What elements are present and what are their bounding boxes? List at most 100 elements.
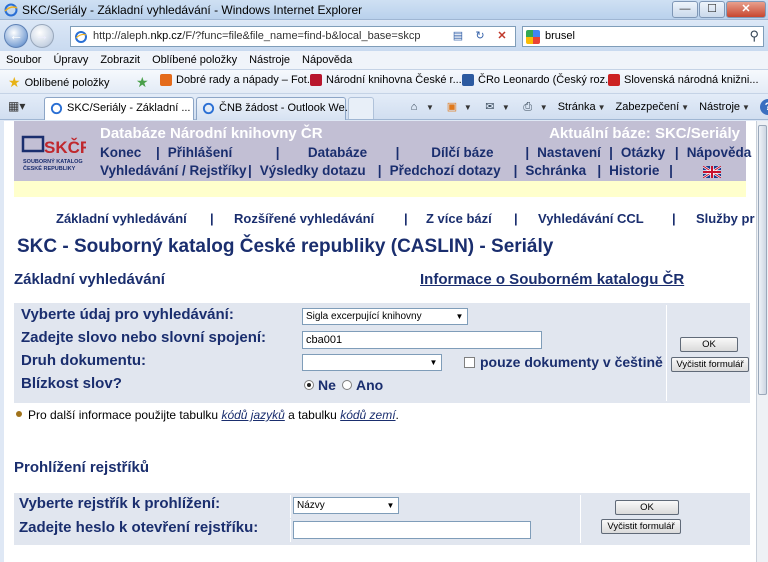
chevron-down-icon: ▼ [455, 312, 464, 321]
tab-cnb-zadost[interactable]: ČNB žádost - Outlook We... [196, 97, 354, 120]
search-query: brusel [545, 30, 575, 42]
proximity-label: Blízkost slov? [18, 375, 294, 396]
nav-konec[interactable]: Konec [94, 145, 154, 160]
ok-button[interactable]: OK [680, 337, 738, 352]
proximity-yes-label: Ano [356, 377, 384, 393]
add-favorite-icon[interactable]: ★ [136, 74, 153, 91]
quick-tabs-icon[interactable]: ▦▾ [8, 99, 25, 113]
favorite-link-2[interactable]: Národní knihovna České r... [310, 74, 462, 86]
chevron-down-icon[interactable]: ▼ [502, 103, 510, 112]
home-icon[interactable]: ⌂ [406, 99, 422, 115]
header-band [14, 181, 746, 197]
nav-rozsirene-vyhledavani[interactable]: Rozšířené vyhledávání [234, 211, 374, 226]
database-title: Databáze Národní knihovny ČR [100, 125, 323, 142]
menu-tools[interactable]: Nástroje [249, 51, 290, 69]
refresh-icon[interactable]: ↻ [472, 28, 488, 44]
index-value: Názvy [297, 500, 325, 511]
czech-only-label: pouze dokumenty v češtině [480, 354, 663, 370]
chevron-down-icon[interactable]: ▼ [540, 103, 548, 112]
header-nav-row2: Vyhledávání / Rejstříky | Výsledky dotaz… [94, 163, 727, 181]
help-icon[interactable]: ? [759, 99, 768, 115]
chevron-down-icon[interactable]: ▼ [681, 103, 689, 112]
minimize-button[interactable]: — [672, 1, 698, 18]
search-box[interactable]: brusel ⚲ [522, 26, 764, 47]
nav-databaze[interactable]: Databáze [282, 145, 394, 160]
browse-form: Vyberte rejstřík k prohlížení: Názvy ▼ Z… [14, 493, 750, 545]
heading-input[interactable] [293, 521, 531, 539]
chevron-down-icon[interactable]: ▼ [464, 103, 472, 112]
doctype-select[interactable]: ▼ [302, 354, 442, 371]
print-icon[interactable]: ⎙ [520, 99, 536, 115]
tools-menu[interactable]: Nástroje [699, 101, 740, 113]
scrollbar-thumb[interactable] [758, 125, 767, 395]
favorites-button[interactable]: ★ Oblíbené položky [8, 74, 110, 91]
favorite-link-label: Národní knihovna České r... [326, 74, 462, 86]
tab-label: ČNB žádost - Outlook We... [219, 102, 354, 114]
browse-ok-button[interactable]: OK [615, 500, 679, 515]
menu-favorites[interactable]: Oblíbené položky [152, 51, 237, 69]
search-word-input[interactable]: cba001 [302, 331, 542, 349]
nav-otazky[interactable]: Otázky [615, 145, 673, 160]
catalog-info-link[interactable]: Informace o Souborném katalogu ČR [420, 271, 684, 288]
site-icon [160, 74, 172, 86]
nav-nastaveni[interactable]: Nastavení [531, 145, 607, 160]
separator: | [275, 145, 280, 160]
compatibility-view-icon[interactable]: ▤ [450, 28, 466, 44]
nav-dilci-baze[interactable]: Dílčí báze [401, 145, 523, 160]
chevron-down-icon[interactable]: ▼ [598, 103, 606, 112]
proximity-no-radio[interactable] [304, 380, 314, 390]
english-flag-icon[interactable] [675, 163, 727, 181]
search-icon[interactable]: ⚲ [749, 28, 759, 44]
nav-predchozi-dotazy[interactable]: Předchozí dotazy [384, 163, 512, 181]
menu-edit[interactable]: Úpravy [53, 51, 88, 69]
nav-z-vice-bazi[interactable]: Z více bází [426, 211, 492, 226]
language-codes-link[interactable]: kódů jazyků [221, 408, 284, 422]
proximity-yes-radio[interactable] [342, 380, 352, 390]
chevron-down-icon[interactable]: ▼ [742, 103, 750, 112]
title-bar: SKC/Seriály - Základní vyhledávání - Win… [0, 0, 768, 20]
browse-clear-button[interactable]: Vyčistit formulář [601, 519, 681, 534]
nav-prihlaseni[interactable]: Přihlášení [162, 145, 274, 160]
nav-sluzby[interactable]: Služby pr [696, 211, 755, 226]
nav-vysledky-dotazu[interactable]: Výsledky dotazu [254, 163, 376, 181]
clear-form-button[interactable]: Vyčistit formulář [671, 357, 749, 372]
favorite-link-3[interactable]: ČRo Leonardo (Český roz... [462, 74, 614, 86]
nav-vyhledavani-ccl[interactable]: Vyhledávání CCL [538, 211, 644, 226]
back-button[interactable]: ← [4, 24, 28, 48]
mail-icon[interactable]: ✉ [482, 99, 498, 115]
feeds-icon[interactable]: ▣ [444, 99, 460, 115]
new-tab-button[interactable] [348, 97, 374, 119]
separator: | [672, 211, 676, 226]
chevron-down-icon[interactable]: ▼ [426, 103, 434, 112]
menu-help[interactable]: Nápověda [302, 51, 352, 69]
menu-view[interactable]: Zobrazit [100, 51, 140, 69]
ie-page-icon [202, 102, 215, 115]
nav-vyhledavani-rejstriky[interactable]: Vyhledávání / Rejstříky [94, 163, 247, 181]
site-icon [310, 74, 322, 86]
czech-only-checkbox[interactable] [464, 357, 475, 368]
maximize-button[interactable]: ☐ [699, 1, 725, 18]
page-title: SKC - Souborný katalog České republiky (… [17, 236, 554, 257]
internet-explorer-icon [4, 3, 18, 17]
heading-label: Zadejte heslo k otevření rejstříku: [19, 519, 259, 536]
stop-icon[interactable]: ✕ [494, 28, 510, 44]
favorite-link-4[interactable]: Slovenská národná knižni... [608, 74, 759, 86]
nav-napoveda[interactable]: Nápověda [681, 145, 756, 160]
index-select[interactable]: Názvy ▼ [293, 497, 399, 514]
nav-schranka[interactable]: Schránka [519, 163, 595, 181]
vertical-scrollbar[interactable] [756, 121, 768, 562]
close-button[interactable]: ✕ [726, 1, 766, 18]
nav-historie[interactable]: Historie [603, 163, 667, 181]
nav-zakladni-vyhledavani[interactable]: Základní vyhledávání [56, 211, 187, 226]
page-menu[interactable]: Stránka [558, 101, 596, 113]
menu-file[interactable]: Soubor [6, 51, 41, 69]
help-text-mid: a tabulku [284, 408, 341, 422]
tab-skc-serialy[interactable]: SKC/Seriály - Základní ... × [44, 97, 206, 120]
add-to-favorites-icon: ★ [136, 74, 149, 90]
favorite-link-1[interactable]: Dobré rady a nápady – Fot... [160, 74, 316, 86]
forward-button[interactable]: → [30, 24, 54, 48]
country-codes-link[interactable]: kódů zemí [340, 408, 395, 422]
search-field-select[interactable]: Sigla excerpující knihovny ▼ [302, 308, 468, 325]
separator: | [513, 163, 518, 178]
safety-menu[interactable]: Zabezpečení [616, 101, 680, 113]
